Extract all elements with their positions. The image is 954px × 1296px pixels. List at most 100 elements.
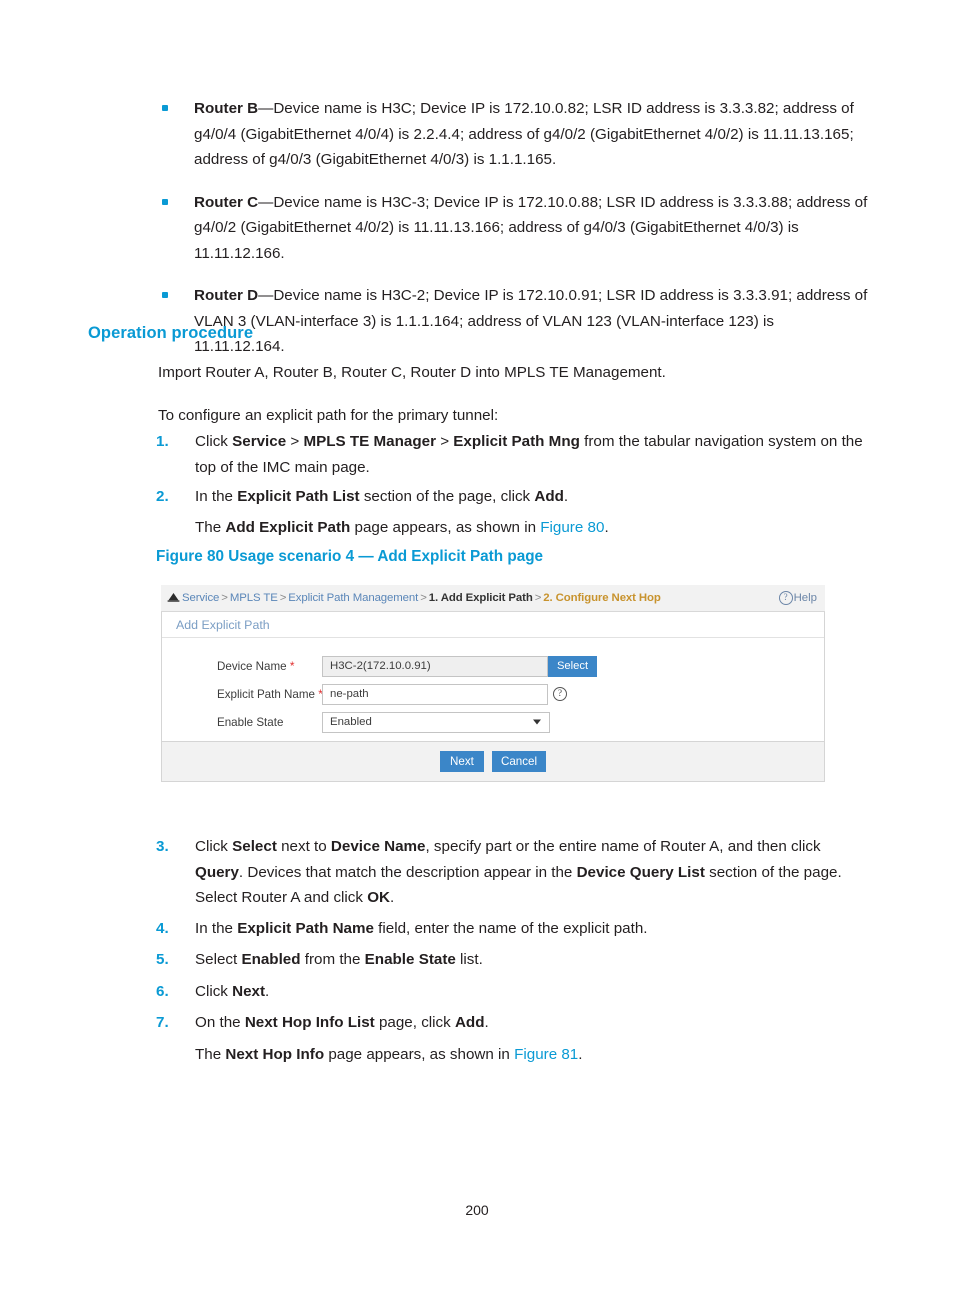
paragraph-import: Import Router A, Router B, Router C, Rou… [158, 364, 666, 381]
list-item: Router C—Device name is H3C-3; Device IP… [156, 190, 868, 267]
step-2: 2. In the Explicit Path List section of … [156, 484, 868, 510]
question-mark-icon[interactable]: ? [553, 687, 567, 701]
form-area: Device Name * H3C-2(172.10.0.91) Select … [162, 638, 824, 741]
step-text-part: In the [195, 488, 238, 505]
step-text-part: . [604, 519, 609, 536]
bullet-dot-icon [162, 105, 168, 111]
select-button[interactable]: Select [548, 655, 597, 677]
enable-state-label: Enable State [217, 715, 284, 729]
step-5: 5. Select Enabled from the Enable State … [156, 947, 868, 973]
list-item: Router D—Device name is H3C-2; Device IP… [156, 283, 868, 360]
add-button-ref: Add [454, 1014, 485, 1031]
step-text-part: . [578, 1046, 583, 1063]
menu-explicit-path-mng: Explicit Path Mng [453, 433, 580, 450]
device-name-input[interactable]: H3C-2(172.10.0.91) [322, 655, 548, 677]
step-text-part: Select [195, 951, 242, 968]
step-text-part: The [195, 1046, 226, 1063]
embedded-screenshot-figure: Service > MPLS TE > Explicit Path Management… [161, 585, 825, 797]
step-text-part: . [265, 983, 270, 1000]
step-text-part: Click [195, 838, 233, 855]
device-name-ref: Device Name [330, 838, 426, 855]
add-explicit-path-panel: Add Explicit Path Device Name * H3C-2(17… [161, 612, 825, 742]
breadcrumb-item-service[interactable]: Service [182, 592, 219, 604]
home-icon[interactable] [167, 592, 180, 604]
router-label: Router D [194, 287, 259, 304]
router-label: Router B [194, 100, 259, 117]
next-hop-info-ref: Next Hop Info [225, 1046, 325, 1063]
explicit-path-name-label-text: Explicit Path Name [217, 688, 315, 701]
breadcrumb: Service > MPLS TE > Explicit Path Management… [182, 592, 661, 604]
step-text-part: from the [300, 951, 365, 968]
breadcrumb-item-configure-next-hop: 2. Configure Next Hop [543, 592, 661, 604]
step-number: 1. [156, 433, 169, 450]
step-text-part: page appears, as shown in [350, 519, 541, 536]
step-4: 4. In the Explicit Path Name field, ente… [156, 916, 868, 942]
step-text-part: . [484, 1014, 489, 1031]
menu-mpls-te-manager: MPLS TE Manager [303, 433, 436, 450]
step-text-part: section of the page, click [359, 488, 535, 505]
step-2-note: The Add Explicit Path page appears, as s… [195, 515, 868, 541]
step-1: 1. Click Service > MPLS TE Manager > Exp… [156, 429, 868, 480]
step-text-part: next to [276, 838, 331, 855]
step-text-part: . [390, 889, 395, 906]
menu-service: Service [232, 433, 287, 450]
step-text-part: > [286, 433, 304, 450]
cancel-button[interactable]: Cancel [491, 751, 547, 772]
step-text-part: Click [195, 983, 233, 1000]
breadcrumb-separator: > [420, 592, 427, 604]
enable-state-select[interactable]: Enabled [322, 711, 550, 733]
form-row-explicit-path-name: Explicit Path Name * ne-path ? [162, 680, 824, 708]
figure-footer: Next Cancel [161, 742, 825, 782]
next-button[interactable]: Next [439, 751, 484, 772]
device-name-label-text: Device Name [217, 660, 287, 673]
form-row-device-name: Device Name * H3C-2(172.10.0.91) Select [162, 652, 824, 680]
router-label: Router C [194, 193, 259, 211]
step-number: 5. [156, 951, 169, 968]
figure-80-link[interactable]: Figure 80 [540, 519, 604, 536]
step-text-part: In the [195, 920, 238, 937]
breadcrumb-separator: > [279, 592, 287, 604]
breadcrumb-separator: > [534, 592, 542, 604]
breadcrumb-item-mpls-te[interactable]: MPLS TE [230, 592, 278, 604]
step-number: 6. [156, 983, 169, 1000]
figure-caption: Figure 80 Usage scenario 4 — Add Explici… [156, 548, 544, 565]
explicit-path-list-ref: Explicit Path List [237, 488, 360, 505]
router-description: —Device name is H3C-2; Device IP is 172.… [194, 287, 868, 355]
step-text-part: page, click [374, 1014, 455, 1031]
document-page: Router B—Device name is H3C; Device IP i… [0, 0, 954, 1296]
help-label: Help [793, 592, 817, 604]
query-button-ref: Query [195, 863, 239, 881]
device-name-label: Device Name * [162, 659, 322, 673]
explicit-path-name-input[interactable]: ne-path [322, 683, 548, 705]
page-number: 200 [465, 1202, 489, 1218]
help-link[interactable]: ? Help [778, 591, 817, 605]
step-number: 3. [156, 838, 169, 855]
router-description: —Device name is H3C; Device IP is 172.10… [194, 100, 854, 168]
step-text-part: . Devices that match the description app… [238, 863, 577, 881]
figure-81-link[interactable]: Figure 81 [514, 1046, 578, 1063]
next-hop-info-list-ref: Next Hop Info List [244, 1014, 375, 1031]
enable-state-value: Enabled [330, 716, 372, 728]
explicit-path-name-ref: Explicit Path Name [237, 920, 374, 937]
select-button-ref: Select [232, 838, 277, 855]
chevron-down-icon [533, 719, 541, 725]
step-text-part: > [435, 433, 454, 450]
step-7: 7. On the Next Hop Info List page, click… [156, 1010, 868, 1036]
required-asterisk: * [289, 659, 295, 673]
breadcrumb-separator: > [221, 592, 228, 604]
step-text-part: field, enter the name of the explicit pa… [373, 920, 648, 937]
help-question-icon: ? [778, 591, 793, 605]
explicit-path-name-label: Explicit Path Name * [162, 687, 323, 701]
step-7-note: The Next Hop Info page appears, as shown… [195, 1042, 868, 1068]
list-item: Router B—Device name is H3C; Device IP i… [156, 96, 868, 173]
paragraph-to-configure: To configure an explicit path for the pr… [158, 407, 499, 424]
breadcrumb-item-explicit-path-management[interactable]: Explicit Path Management [288, 592, 418, 604]
panel-title: Add Explicit Path [162, 612, 824, 638]
bullet-dot-icon [162, 292, 168, 298]
add-explicit-path-ref: Add Explicit Path [225, 519, 351, 536]
breadcrumb-bar: Service > MPLS TE > Explicit Path Management… [161, 585, 825, 612]
step-text-part: The [195, 519, 226, 536]
device-query-list-ref: Device Query List [576, 863, 705, 881]
router-description: —Device name is H3C-3; Device IP is 172.… [194, 193, 868, 262]
step-text-part: list. [455, 951, 483, 968]
